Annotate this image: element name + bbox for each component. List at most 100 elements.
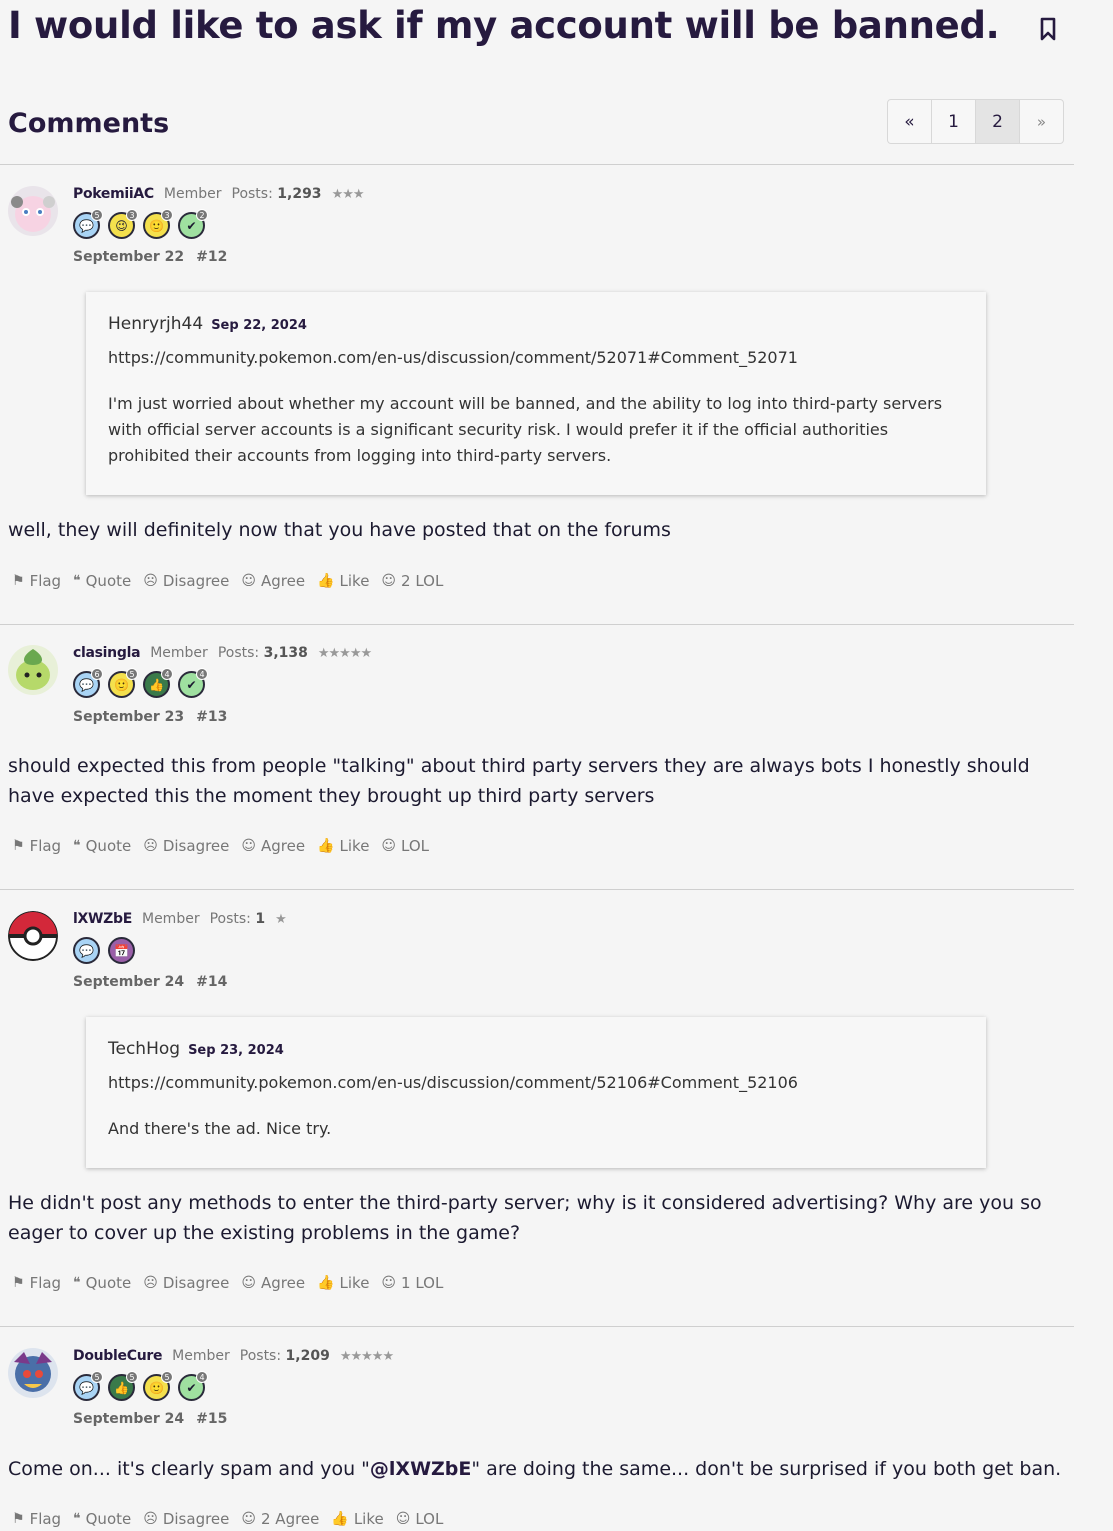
- post-count: Posts: 1,209: [239, 1348, 330, 1364]
- disagree-button[interactable]: ☹ Disagree: [143, 1510, 229, 1528]
- speech-bubble-icon[interactable]: 💬 5: [73, 1371, 103, 1401]
- like-button[interactable]: 👍 Like: [317, 1274, 369, 1292]
- lol-button[interactable]: ☺ 2 LOL: [381, 572, 443, 590]
- rank-stars-icon: ★★★★★: [317, 646, 372, 661]
- avatar[interactable]: [8, 1348, 58, 1398]
- post-count: Posts: 3,138: [217, 645, 308, 661]
- flag-button[interactable]: ⚑ Flag: [12, 837, 61, 855]
- quote-text: I'm just worried about whether my accoun…: [108, 394, 943, 465]
- comment-date: September 23 #13: [73, 709, 228, 725]
- quote-link[interactable]: https://community.pokemon.com/en-us/disc…: [108, 348, 964, 367]
- agree-button[interactable]: ☺ Agree: [241, 1274, 305, 1292]
- disagree-button[interactable]: ☹ Disagree: [143, 1274, 229, 1292]
- smile-face-icon[interactable]: 🙂 5: [143, 1371, 173, 1401]
- badges: 💬 6 🙂 5 👍 4 ✔ 4: [73, 668, 208, 698]
- pager-next-button[interactable]: »: [1020, 100, 1063, 143]
- smile-face-icon[interactable]: 🙂 5: [108, 668, 138, 698]
- author-role: Member: [150, 645, 208, 661]
- wink-face-icon[interactable]: 😉 3: [108, 209, 138, 239]
- thumbs-up-icon[interactable]: 👍 5: [108, 1371, 138, 1401]
- laugh-icon: ☺: [381, 1275, 397, 1291]
- smile-icon: ☺: [241, 1275, 256, 1291]
- reaction-bar: ⚑ Flag ❝ Quote ☹ Disagree ☺ Agree 👍 Like ☺ 1 L…: [12, 1274, 443, 1292]
- avatar[interactable]: [8, 645, 58, 695]
- lol-button[interactable]: ☺ 1 LOL: [381, 1274, 443, 1292]
- post-count: Posts: 1,293: [231, 186, 322, 202]
- rank-stars-icon: ★★★★★: [339, 1349, 394, 1364]
- disagree-button[interactable]: ☹ Disagree: [143, 837, 229, 855]
- comment-number[interactable]: #13: [196, 709, 227, 725]
- bookmark-icon[interactable]: [1037, 16, 1059, 42]
- disagree-button[interactable]: ☹ Disagree: [143, 572, 229, 590]
- thumbs-up-icon: 👍: [317, 1275, 335, 1291]
- calendar-icon[interactable]: 📅: [108, 937, 135, 964]
- author-name[interactable]: DoubleCure: [73, 1348, 162, 1364]
- quote-button[interactable]: ❝ Quote: [73, 572, 131, 590]
- quote-author[interactable]: TechHog: [108, 1039, 180, 1059]
- agree-button[interactable]: ☺ 2 Agree: [241, 1510, 319, 1528]
- author-name[interactable]: PokemiiAC: [73, 186, 154, 202]
- laugh-icon: ☺: [395, 1511, 411, 1527]
- author-role: Member: [141, 911, 200, 927]
- check-icon[interactable]: ✔ 4: [178, 1371, 208, 1401]
- like-button[interactable]: 👍 Like: [317, 837, 369, 855]
- flag-icon: ⚑: [12, 1275, 25, 1291]
- pager-prev-button[interactable]: «: [888, 100, 932, 143]
- laugh-icon: ☺: [381, 838, 397, 854]
- quote-icon: ❝: [73, 1275, 81, 1291]
- flag-button[interactable]: ⚑ Flag: [12, 1510, 61, 1528]
- quote-link[interactable]: https://community.pokemon.com/en-us/disc…: [108, 1073, 964, 1092]
- comment-body: should expected this from people "talkin…: [8, 755, 1030, 807]
- author-name[interactable]: clasingla: [73, 645, 141, 661]
- avatar[interactable]: [8, 911, 58, 961]
- comment-date: September 24 #14: [73, 974, 228, 990]
- user-mention-link[interactable]: @lXWZbE: [370, 1458, 471, 1480]
- check-icon[interactable]: ✔ 4: [178, 668, 208, 698]
- quote-button[interactable]: ❝ Quote: [73, 1274, 131, 1292]
- comment-body: He didn't post any methods to enter the …: [8, 1192, 1042, 1244]
- reaction-bar: ⚑ Flag ❝ Quote ☹ Disagree ☺ Agree 👍 Like ☺ LOL: [12, 837, 429, 855]
- quote-icon: ❝: [73, 573, 81, 589]
- thread-title: I would like to ask if my account will b…: [8, 4, 1000, 47]
- rank-stars-icon: ★: [275, 912, 287, 927]
- speech-bubble-icon[interactable]: 💬: [73, 937, 100, 964]
- speech-bubble-icon[interactable]: 💬 5: [73, 209, 103, 239]
- quote-author[interactable]: Henryrjh44: [108, 314, 203, 334]
- flag-button[interactable]: ⚑ Flag: [12, 572, 61, 590]
- check-icon[interactable]: ✔ 2: [178, 209, 208, 239]
- flag-button[interactable]: ⚑ Flag: [12, 1274, 61, 1292]
- comment-date: September 22 #12: [73, 249, 228, 265]
- pager-page-2[interactable]: 2: [976, 100, 1020, 143]
- pager-page-1[interactable]: 1: [932, 100, 976, 143]
- smile-icon: ☺: [241, 1511, 256, 1527]
- thumbs-up-icon: 👍: [317, 838, 335, 854]
- comment-body: Come on... it's clearly spam and you "@l…: [8, 1458, 1062, 1480]
- speech-bubble-icon[interactable]: 💬 6: [73, 668, 103, 698]
- quote-date: Sep 22, 2024: [211, 318, 307, 333]
- author-name[interactable]: lXWZbE: [73, 911, 132, 927]
- quote-button[interactable]: ❝ Quote: [73, 1510, 131, 1528]
- like-button[interactable]: 👍 Like: [331, 1510, 383, 1528]
- comment-number[interactable]: #15: [196, 1411, 227, 1427]
- frown-icon: ☹: [143, 838, 158, 854]
- lol-button[interactable]: ☺ LOL: [396, 1510, 444, 1528]
- comment-number[interactable]: #14: [196, 974, 227, 990]
- comment-number[interactable]: #12: [196, 249, 227, 265]
- agree-button[interactable]: ☺ Agree: [241, 837, 305, 855]
- divider: [0, 624, 1074, 625]
- quote-icon: ❝: [73, 838, 81, 854]
- smile-face-icon[interactable]: 🙂 3: [143, 209, 173, 239]
- like-button[interactable]: 👍 Like: [317, 572, 369, 590]
- lol-button[interactable]: ☺ LOL: [381, 837, 429, 855]
- flag-icon: ⚑: [12, 838, 25, 854]
- thumbs-up-icon[interactable]: 👍 4: [143, 668, 173, 698]
- smile-icon: ☺: [241, 838, 256, 854]
- thumbs-up-icon: 👍: [317, 573, 335, 589]
- quote-button[interactable]: ❝ Quote: [73, 837, 131, 855]
- avatar[interactable]: [8, 186, 58, 236]
- pagination: « 1 2 »: [887, 99, 1064, 144]
- divider: [0, 889, 1074, 890]
- reaction-bar: ⚑ Flag ❝ Quote ☹ Disagree ☺ Agree 👍 Like ☺ 2 L…: [12, 572, 443, 590]
- author-role: Member: [172, 1348, 230, 1364]
- agree-button[interactable]: ☺ Agree: [241, 572, 305, 590]
